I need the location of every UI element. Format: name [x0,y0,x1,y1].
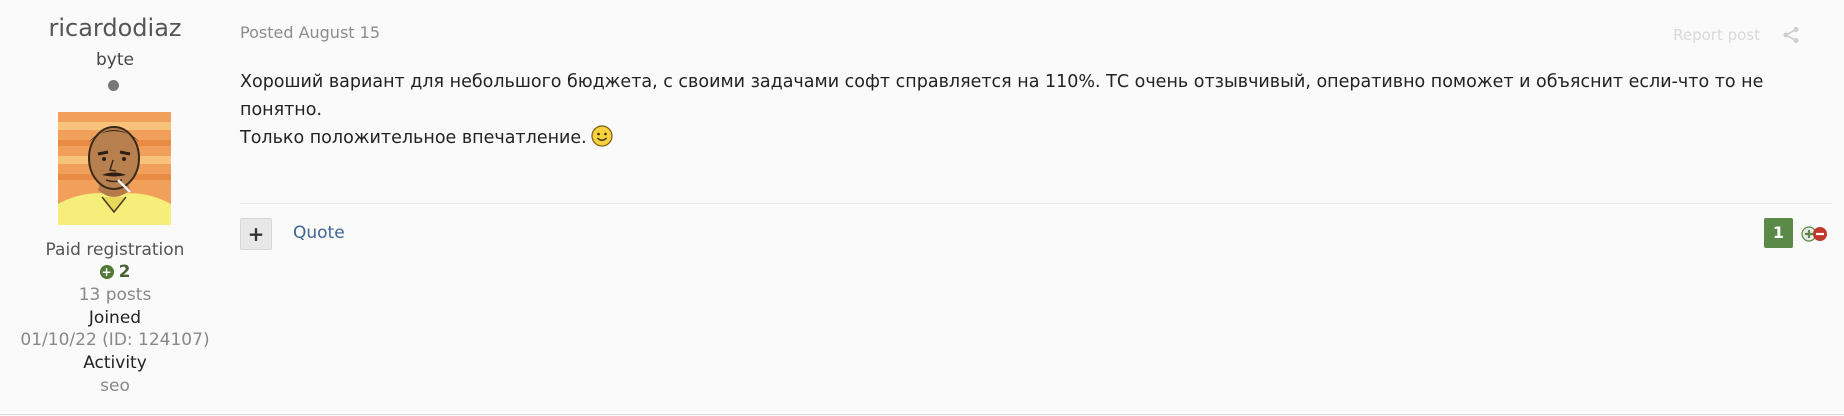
quote-button[interactable]: Quote [293,223,345,243]
post-count: 13 posts [78,285,152,305]
joined-label: Joined [88,308,142,328]
member-group: Paid registration [45,240,185,260]
plus-circle-icon: + [99,265,114,279]
avatar[interactable] [58,112,171,225]
report-post-link[interactable]: Report post [1673,26,1760,44]
share-icon[interactable] [1782,26,1800,44]
post-text-line: Только положительное впечатление. [240,124,1820,152]
online-status-dot [108,80,119,91]
post-date[interactable]: Posted August 15 [240,23,380,42]
activity-label: Activity [83,353,147,373]
reputation-count[interactable]: 1 [1764,218,1793,248]
vote-up-down-icon[interactable] [1800,225,1830,243]
avatar-image [58,112,171,225]
reputation-value: 2 [118,262,131,282]
author-name[interactable]: ricardodiaz [0,14,230,42]
post-text-line: Хороший вариант для небольшого бюджета, … [240,72,1764,92]
post-text-line: понятно. [240,100,323,120]
post-divider [240,203,1832,204]
post-text: Только положительное впечатление. [240,128,587,148]
post-content: Хороший вариант для небольшого бюджета, … [240,68,1820,152]
activity-value: seo [100,376,130,396]
multiquote-add-button[interactable]: + [240,218,272,250]
author-rank: byte [96,50,134,70]
reputation-badge: +2 [0,262,230,282]
smiley-icon [591,125,613,147]
forum-post: ricardodiaz byte Paid registration + 2 1… [0,0,1844,415]
joined-value: 01/10/22 (ID: 124107) [20,330,210,350]
